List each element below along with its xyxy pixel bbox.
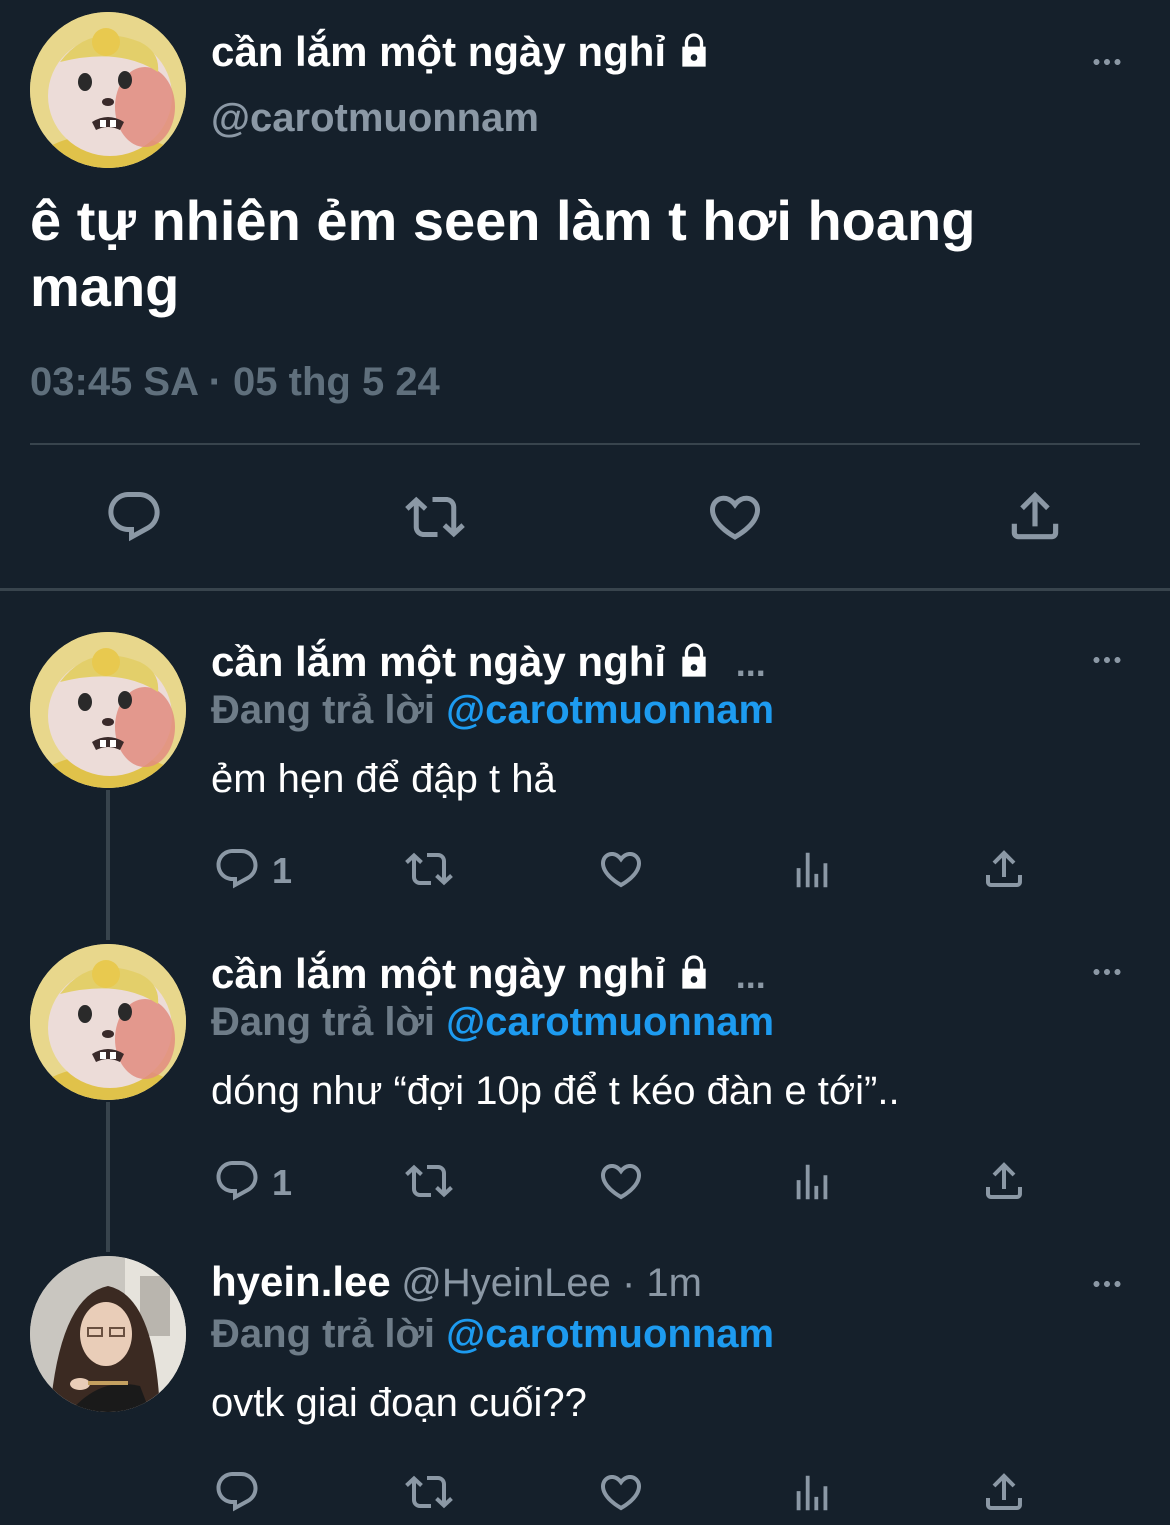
like-icon[interactable]	[596, 1468, 646, 1516]
handle-and-time: @HyeinLee · 1m	[401, 1261, 702, 1305]
avatar[interactable]	[30, 632, 186, 788]
replying-mention[interactable]: @carotmuonnam	[446, 1312, 774, 1356]
views-icon[interactable]	[788, 1470, 836, 1516]
truncation-ellipsis: ...	[735, 955, 766, 996]
replying-prefix: Đang trả lời	[211, 688, 436, 732]
display-name: cần lắm một ngày nghỉ	[211, 638, 667, 685]
display-name: hyein.lee	[211, 1258, 391, 1305]
avatar[interactable]	[30, 12, 186, 168]
avatar[interactable]	[30, 1256, 186, 1412]
retweet-icon[interactable]	[401, 1468, 457, 1516]
reply-icon[interactable]	[213, 845, 261, 893]
like-icon[interactable]	[596, 845, 646, 893]
more-icon[interactable]	[1086, 1266, 1128, 1302]
tweet-text: ê tự nhiên ẻm seen làm t hơi hoang mang	[30, 188, 975, 320]
share-icon[interactable]	[980, 1157, 1028, 1205]
reply-icon[interactable]	[213, 1468, 261, 1516]
like-icon[interactable]	[596, 1157, 646, 1205]
divider	[30, 443, 1140, 445]
replying-to: Đang trả lời @carotmuonnam	[211, 1312, 774, 1357]
retweet-icon[interactable]	[401, 845, 457, 893]
author-name[interactable]: cần lắm một ngày nghỉ ...	[211, 950, 766, 1002]
tweet-text-line: mang	[30, 255, 180, 318]
lock-icon	[674, 30, 714, 80]
tweet-timestamp[interactable]: 03:45 SA · 05 thg 5 24	[30, 360, 440, 405]
retweet-icon[interactable]	[402, 487, 468, 547]
display-name: cần lắm một ngày nghỉ	[211, 950, 667, 997]
replying-prefix: Đang trả lời	[211, 1312, 436, 1356]
author-name[interactable]: cần lắm một ngày nghỉ	[211, 28, 714, 80]
share-icon[interactable]	[1004, 485, 1066, 547]
section-divider	[0, 588, 1170, 591]
author-name[interactable]: cần lắm một ngày nghỉ ...	[211, 638, 766, 690]
more-icon[interactable]	[1086, 44, 1128, 80]
more-icon[interactable]	[1086, 642, 1128, 678]
reply-count: 1	[272, 1162, 293, 1203]
reply-icon[interactable]	[213, 1157, 261, 1205]
truncation-ellipsis: ...	[735, 643, 766, 684]
replying-to: Đang trả lời @carotmuonnam	[211, 688, 774, 733]
reply-text: dóng như “đợi 10p để t kéo đàn e tới”..	[211, 1069, 900, 1113]
author-handle[interactable]: @carotmuonnam	[211, 96, 539, 141]
replying-to: Đang trả lời @carotmuonnam	[211, 1000, 774, 1045]
retweet-icon[interactable]	[401, 1157, 457, 1205]
tweet-text-line: ê tự nhiên ẻm seen làm t hơi hoang	[30, 189, 976, 252]
reply-icon[interactable]	[104, 487, 164, 547]
views-icon[interactable]	[788, 847, 836, 893]
lock-icon	[674, 640, 714, 690]
avatar[interactable]	[30, 944, 186, 1100]
like-icon[interactable]	[704, 487, 766, 547]
thread-line	[106, 790, 110, 940]
replying-mention[interactable]: @carotmuonnam	[446, 1000, 774, 1044]
share-icon[interactable]	[980, 845, 1028, 893]
replying-mention[interactable]: @carotmuonnam	[446, 688, 774, 732]
lock-icon	[674, 952, 714, 1002]
thread-line	[106, 1102, 110, 1252]
reply-count: 1	[272, 850, 293, 891]
reply-text: ẻm hẹn để đập t hả	[211, 757, 556, 801]
views-icon[interactable]	[788, 1159, 836, 1205]
replying-prefix: Đang trả lời	[211, 1000, 436, 1044]
share-icon[interactable]	[980, 1468, 1028, 1516]
more-icon[interactable]	[1086, 954, 1128, 990]
reply-text: ovtk giai đoạn cuối??	[211, 1381, 587, 1425]
author-name[interactable]: hyein.lee @HyeinLee · 1m	[211, 1258, 702, 1306]
display-name: cần lắm một ngày nghỉ	[211, 28, 667, 75]
